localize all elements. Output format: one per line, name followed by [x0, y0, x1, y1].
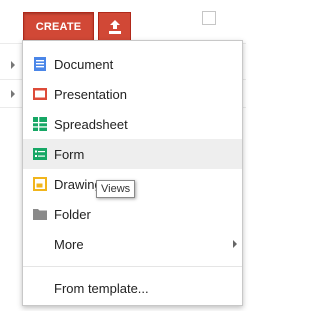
spreadsheet-icon — [33, 117, 47, 131]
menu-item-label: Document — [54, 57, 114, 72]
create-button[interactable]: CREATE — [23, 12, 94, 41]
menu-item-form[interactable]: Form — [23, 139, 242, 169]
menu-item-label: Spreadsheet — [54, 117, 128, 132]
menu-item-label: Presentation — [54, 87, 127, 102]
drawing-icon — [33, 177, 47, 191]
create-menu: Document Presentation Spreadsheet Form D… — [22, 40, 243, 306]
upload-icon — [108, 19, 121, 34]
menu-separator — [23, 266, 242, 267]
create-button-label: CREATE — [35, 20, 82, 33]
presentation-icon — [33, 88, 47, 100]
select-all-checkbox[interactable] — [202, 11, 216, 25]
menu-item-folder[interactable]: Folder — [23, 199, 242, 229]
tooltip: Views — [96, 180, 136, 198]
menu-item-from-template[interactable]: From template... — [23, 273, 242, 303]
menu-item-label: Drawing — [54, 177, 102, 192]
menu-item-document[interactable]: Document — [23, 49, 242, 79]
menu-item-presentation[interactable]: Presentation — [23, 79, 242, 109]
document-icon — [34, 57, 46, 71]
upload-button[interactable] — [98, 12, 131, 41]
menu-item-spreadsheet[interactable]: Spreadsheet — [23, 109, 242, 139]
expand-arrow-icon[interactable] — [11, 90, 15, 98]
menu-item-more[interactable]: More — [23, 229, 242, 259]
menu-item-label: More — [54, 237, 84, 252]
expand-arrow-icon[interactable] — [11, 61, 15, 69]
folder-icon — [33, 209, 47, 220]
menu-item-label: From template... — [54, 281, 149, 296]
menu-item-label: Folder — [54, 207, 91, 222]
chevron-right-icon — [233, 240, 237, 248]
menu-item-label: Form — [54, 147, 85, 162]
form-icon — [33, 148, 47, 160]
tooltip-text: Views — [101, 183, 131, 195]
